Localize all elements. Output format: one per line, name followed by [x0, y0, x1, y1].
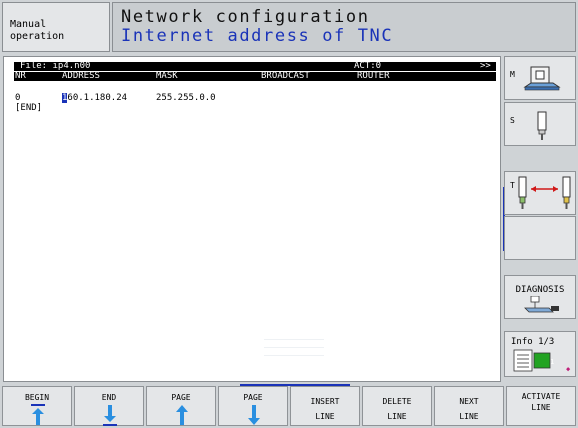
spindle-tool-icon — [535, 111, 549, 145]
operating-mode-label: Manual operation — [10, 19, 65, 42]
divider — [264, 355, 324, 356]
softkey-insert-line-label-2: LINE — [315, 412, 335, 421]
softkey-page-up[interactable]: PAGE — [146, 386, 216, 426]
softkey-begin-label: BEGIN — [24, 393, 50, 402]
softkey-s-spindle[interactable]: S — [504, 102, 576, 146]
table-editor[interactable]: File: ip4.n00 ACT:0 >> NR ADDRESS MASK B… — [3, 56, 501, 382]
info-label: Info 1/3 — [511, 337, 555, 347]
softkey-activate-line-label-1: ACTIVATE — [521, 392, 561, 401]
softkey-t-tool[interactable]: T — [504, 171, 576, 215]
softkey-t-label: T — [510, 181, 515, 190]
softkey-activate-line-label-2: LINE — [531, 403, 551, 412]
softkey-end-label: END — [101, 393, 117, 402]
softkey-end[interactable]: END — [74, 386, 144, 426]
active-line-indicator: ACT:0 — [354, 61, 382, 71]
softkey-m-label: M — [510, 70, 515, 79]
divider — [264, 347, 324, 348]
arrow-down-page-icon — [248, 405, 260, 425]
end-marker: [END] — [15, 103, 43, 113]
softkey-page-down-label: PAGE — [243, 393, 263, 402]
cell-mask[interactable]: 255.255.0.0 — [156, 93, 216, 103]
file-status-bar: File: ip4.n00 ACT:0 >> — [14, 62, 496, 71]
softkey-next-line-label-1: NEXT — [459, 397, 479, 406]
softkey-empty-1[interactable] — [504, 216, 576, 260]
column-header-mask: MASK — [156, 71, 178, 81]
cell-address-text: 60.1.180.24 — [67, 93, 128, 103]
softkey-insert-line[interactable]: INSERT LINE — [290, 386, 360, 426]
softkey-s-label: S — [510, 116, 515, 125]
table-row[interactable]: 0 160.1.180.24 255.255.0.0 — [14, 93, 496, 103]
horizontal-softkey-bar: BEGIN END PAGE PAGE INSERT LINE DELETE L… — [2, 386, 576, 426]
tool-change-icon — [517, 176, 573, 216]
info-badge: 1 — [550, 358, 555, 366]
file-name: File: ip4.n00 — [20, 61, 91, 71]
softkey-delete-line-label-1: DELETE — [382, 397, 412, 406]
divider — [264, 339, 324, 340]
softkey-page-down[interactable]: PAGE — [218, 386, 288, 426]
softkey-activate-line[interactable]: ACTIVATE LINE — [506, 386, 576, 426]
page-title-box: Network configuration Internet address o… — [112, 2, 576, 52]
arrow-down-end-icon — [103, 405, 117, 426]
arrow-up-page-icon — [176, 405, 188, 425]
network-diagnosis-icon — [523, 295, 561, 320]
softkey-insert-line-label-1: INSERT — [310, 397, 340, 406]
operating-mode-box: Manual operation — [2, 2, 110, 52]
page-title: Network configuration — [121, 7, 370, 27]
softkey-next-line-label-2: LINE — [459, 412, 479, 421]
softkey-delete-line[interactable]: DELETE LINE — [362, 386, 432, 426]
info-page-icon — [513, 349, 563, 377]
column-header-bar: NR ADDRESS MASK BROADCAST ROUTER — [14, 72, 496, 81]
softkey-page-up-label: PAGE — [171, 393, 191, 402]
softkey-diagnosis[interactable]: DIAGNOSIS — [504, 275, 576, 319]
column-header-broadcast: BROADCAST — [261, 71, 310, 81]
corner-marker-icon: ◆ — [566, 365, 571, 373]
softkey-info[interactable]: Info 1/3 1 ◆ — [504, 331, 576, 377]
machine-table-icon — [521, 65, 563, 99]
cell-nr: 0 — [15, 93, 21, 103]
vertical-softkey-bar: M S T DIAGNOSIS Info 1/3 1 ◆ — [504, 56, 576, 386]
page-subtitle: Internet address of TNC — [121, 26, 394, 46]
softkey-m-functions[interactable]: M — [504, 56, 576, 100]
cell-address[interactable]: 160.1.180.24 — [62, 93, 127, 103]
table-row-end[interactable]: [END] — [14, 103, 496, 113]
softkey-begin[interactable]: BEGIN — [2, 386, 72, 426]
diagnosis-label: DIAGNOSIS — [515, 285, 565, 295]
arrow-up-begin-icon — [31, 404, 45, 425]
softkey-next-line[interactable]: NEXT LINE — [434, 386, 504, 426]
column-header-nr: NR — [15, 71, 26, 81]
softkey-delete-line-label-2: LINE — [387, 412, 407, 421]
scroll-right-marker[interactable]: >> — [480, 62, 491, 71]
column-header-router: ROUTER — [357, 71, 390, 81]
column-header-address: ADDRESS — [62, 71, 100, 81]
